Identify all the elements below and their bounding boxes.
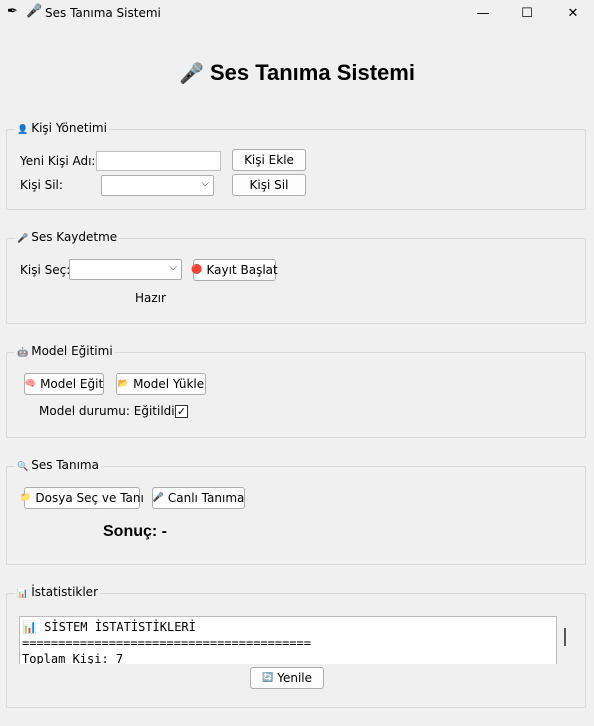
chart-icon: 📊	[17, 589, 29, 599]
choose-file-recognize-button[interactable]: 📁 Dosya Seç ve Tanı	[20, 487, 144, 509]
feather-icon: ✒	[7, 4, 18, 19]
minimize-icon: —	[476, 5, 490, 21]
train-model-button[interactable]: 🧠 Model Eğit	[24, 373, 104, 395]
close-button[interactable]: ✕	[550, 0, 594, 26]
person-management-legend: 👤 Kişi Yönetimi	[15, 121, 109, 135]
select-person-combobox[interactable]: ⌵	[69, 259, 182, 280]
stats-line: 📊 SİSTEM İSTATİSTİKLERİ	[22, 620, 196, 634]
recording-group: 🎤 Ses Kaydetme Kişi Seç: ⌵ 🔴 Kayıt Başlat …	[6, 230, 586, 324]
add-person-button[interactable]: Kişi Ekle	[232, 149, 306, 171]
window-title: Ses Tanıma Sistemi	[45, 6, 161, 20]
chevron-down-icon: ⌵	[201, 178, 209, 189]
delete-person-label: Kişi Sil:	[20, 178, 63, 192]
folder-icon: 📂	[117, 379, 130, 389]
delete-person-select[interactable]: ⌵	[101, 175, 214, 196]
check-icon: ✓	[176, 405, 187, 418]
start-recording-button[interactable]: 🔴 Kayıt Başlat	[191, 259, 278, 281]
maximize-button[interactable]: ☐	[504, 0, 550, 26]
title-bar: ✒ 🎤 Ses Tanıma Sistemi — ☐ ✕	[0, 0, 594, 26]
stats-line: ========================================	[22, 636, 311, 650]
stats-line: Toplam Kişi: 7	[22, 652, 124, 664]
load-model-button[interactable]: 📂 Model Yükle	[116, 373, 206, 395]
statistics-textbox[interactable]: 📊 SİSTEM İSTATİSTİKLERİ ================…	[19, 616, 557, 664]
microphone-icon: 🎤	[26, 4, 43, 19]
search-icon: 🔍	[17, 462, 29, 472]
close-icon: ✕	[567, 5, 579, 21]
page-title: 🎤 Ses Tanıma Sistemi	[0, 60, 594, 86]
model-status-label: Model durumu: Eğitildi	[39, 404, 175, 418]
model-training-legend: 🤖 Model Eğitimi	[15, 344, 115, 358]
record-icon: 🔴	[191, 265, 203, 275]
chevron-down-icon: ⌵	[169, 262, 177, 273]
person-management-group: 👤 Kişi Yönetimi Yeni Kişi Adı: Kişi Ekle …	[6, 121, 586, 210]
recording-legend: 🎤 Ses Kaydetme	[15, 230, 120, 244]
statistics-legend: 📊 İstatistikler	[15, 585, 100, 599]
recognition-group: 🔍 Ses Tanıma 📁 Dosya Seç ve Tanı 🎤 Canlı Ta…	[6, 458, 586, 565]
statistics-group: 📊 İstatistikler 📊 SİSTEM İSTATİSTİKLERİ =…	[6, 585, 586, 708]
recognition-legend: 🔍 Ses Tanıma	[15, 458, 101, 472]
scrollbar[interactable]	[564, 628, 566, 646]
refresh-icon: 🔄	[262, 673, 274, 683]
recognition-result: Sonuç: -	[103, 523, 167, 540]
maximize-icon: ☐	[521, 5, 533, 21]
model-status-checkbox[interactable]: ✓	[175, 405, 188, 418]
folder-icon: 📁	[20, 493, 32, 503]
live-recognition-button[interactable]: 🎤 Canlı Tanıma	[152, 487, 245, 509]
microphone-icon: 🎤	[179, 63, 204, 85]
brain-icon: 🧠	[24, 379, 37, 389]
recording-status: Hazır	[135, 291, 166, 305]
refresh-button[interactable]: 🔄 Yenile	[250, 667, 324, 689]
new-person-input[interactable]	[96, 151, 221, 171]
person-icon: 👤	[17, 125, 29, 135]
select-person-label: Kişi Seç:	[20, 263, 71, 277]
minimize-button[interactable]: —	[460, 0, 506, 26]
model-training-group: 🤖 Model Eğitimi 🧠 Model Eğit 📂 Model Yükle …	[6, 344, 586, 438]
page-title-text: Ses Tanıma Sistemi	[209, 60, 415, 85]
new-person-label: Yeni Kişi Adı:	[20, 154, 96, 168]
microphone-icon: 🎤	[152, 493, 164, 503]
microphone-icon: 🎤	[17, 234, 29, 244]
delete-person-button[interactable]: Kişi Sil	[232, 174, 306, 196]
robot-icon: 🤖	[17, 348, 29, 358]
